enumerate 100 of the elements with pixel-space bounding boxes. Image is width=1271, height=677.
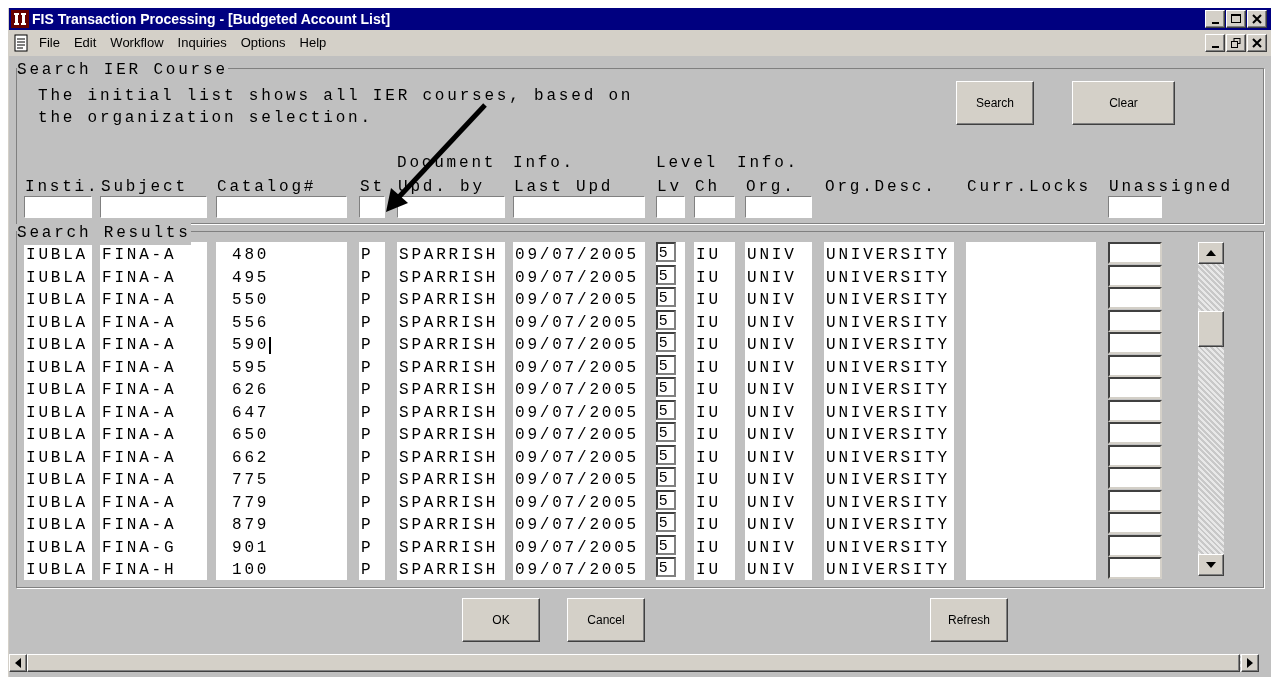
org-desc-cell-text: UNIVERSITY (825, 560, 950, 581)
unassigned-field[interactable] (1108, 242, 1162, 264)
document-icon[interactable] (13, 34, 29, 52)
vertical-scrollbar[interactable] (1198, 242, 1224, 576)
minimize-button[interactable] (1205, 10, 1225, 28)
subject-cell-text: FINA-A (101, 515, 177, 536)
filter-field[interactable] (216, 196, 347, 218)
filter-field[interactable] (694, 196, 735, 218)
filter-field[interactable] (656, 196, 685, 218)
unassigned-field[interactable] (1108, 467, 1162, 489)
ch-cell-text: IU (695, 492, 721, 514)
level-field[interactable]: 5 (656, 399, 676, 420)
unassigned-field[interactable] (1108, 264, 1162, 287)
search-button[interactable]: Search (956, 81, 1034, 125)
level-field[interactable]: 5 (656, 489, 676, 510)
last-updated-cell-text: 09/07/2005 (514, 380, 639, 401)
filter-field[interactable] (1108, 196, 1162, 218)
level-field[interactable]: 5 (656, 264, 676, 285)
filter-field[interactable] (513, 196, 645, 218)
ch-cell-text: IU (695, 267, 721, 289)
insti-cell-text: IUBLA (25, 402, 88, 424)
org-cell-text: UNIV (746, 267, 797, 289)
subject-cell-text: FINA-H (101, 560, 177, 581)
unassigned-field[interactable] (1108, 534, 1162, 557)
unassigned-field[interactable] (1108, 377, 1162, 399)
unassigned-field[interactable] (1108, 354, 1162, 377)
level-field[interactable]: 5 (656, 309, 676, 330)
menu-item[interactable]: Inquiries (177, 33, 227, 53)
unassigned-field[interactable] (1108, 444, 1162, 467)
unassigned-field[interactable] (1108, 557, 1162, 579)
scroll-down-button[interactable] (1198, 554, 1224, 576)
restore-button[interactable] (1226, 34, 1246, 52)
org-desc-cell-text: UNIVERSITY (825, 335, 950, 356)
filter-field[interactable] (359, 196, 385, 218)
org-cell-text: UNIV (746, 447, 797, 469)
status-cell-text: P (360, 515, 374, 536)
unassigned-field[interactable] (1108, 422, 1162, 444)
scroll-right-button[interactable] (1241, 654, 1259, 672)
column-header: Lv (657, 177, 682, 198)
minimize-button[interactable] (1205, 34, 1225, 52)
subject-cell-text: FINA-A (101, 425, 177, 446)
filter-field[interactable] (745, 196, 812, 218)
status-cell-text: P (360, 357, 374, 379)
insti-cell-text: IUBLA (25, 267, 88, 289)
insti-cell-text: IUBLA (25, 335, 88, 356)
org-desc-cell-text: UNIVERSITY (825, 380, 950, 401)
menu-item[interactable]: Options (240, 33, 286, 53)
status-cell-text: P (360, 537, 374, 559)
scroll-thumb[interactable] (1198, 311, 1224, 347)
level-field[interactable]: 5 (656, 444, 676, 465)
org-cell-text: UNIV (746, 537, 797, 559)
catalog-cell-text: 495 (231, 267, 270, 289)
level-field[interactable]: 5 (656, 534, 676, 555)
subject-cell-text: FINA-A (101, 380, 177, 401)
status-cell-text: P (360, 335, 374, 356)
level-field[interactable]: 5 (656, 332, 676, 352)
status-cell-text: P (360, 470, 374, 491)
level-field[interactable]: 5 (656, 422, 676, 442)
insti-cell-text: IUBLA (25, 357, 88, 379)
level-field[interactable]: 5 (656, 557, 676, 577)
org-cell-text: UNIV (746, 290, 797, 311)
menu-item[interactable]: Help (299, 33, 327, 53)
updated-by-cell-text: SPARRISH (398, 290, 499, 311)
close-button[interactable] (1247, 10, 1267, 28)
last-updated-cell-text: 09/07/2005 (514, 425, 639, 446)
unassigned-field[interactable] (1108, 309, 1162, 332)
unassigned-field[interactable] (1108, 512, 1162, 534)
subject-cell-text: FINA-A (101, 267, 177, 289)
last-updated-cell-text: 09/07/2005 (514, 335, 639, 356)
status-cell-text: P (360, 425, 374, 446)
ch-cell-text: IU (695, 537, 721, 559)
level-field[interactable]: 5 (656, 512, 676, 532)
level-field[interactable]: 5 (656, 242, 676, 262)
level-field[interactable]: 5 (656, 354, 676, 375)
refresh-button[interactable]: Refresh (930, 598, 1008, 642)
menu-item[interactable]: Edit (73, 33, 97, 53)
last-updated-cell-text: 09/07/2005 (514, 515, 639, 536)
column-header: Org. (746, 177, 796, 198)
clear-button[interactable]: Clear (1072, 81, 1175, 125)
close-button[interactable] (1247, 34, 1267, 52)
unassigned-field[interactable] (1108, 287, 1162, 309)
filter-field[interactable] (24, 196, 92, 218)
menu-item[interactable]: Workflow (110, 33, 164, 53)
maximize-button[interactable] (1226, 10, 1246, 28)
scroll-up-button[interactable] (1198, 242, 1224, 264)
scroll-left-button[interactable] (9, 654, 27, 672)
unassigned-field[interactable] (1108, 489, 1162, 512)
cancel-button[interactable]: Cancel (567, 598, 645, 642)
menu-item[interactable]: File (39, 33, 60, 53)
level-field[interactable]: 5 (656, 467, 676, 487)
unassigned-field[interactable] (1108, 332, 1162, 354)
unassigned-field[interactable] (1108, 399, 1162, 422)
filter-field[interactable] (100, 196, 207, 218)
updated-by-cell-text: SPARRISH (398, 357, 499, 379)
minimize-icon (1211, 45, 1219, 48)
column-group-label: Level (656, 153, 718, 174)
ok-button[interactable]: OK (462, 598, 540, 642)
level-field[interactable]: 5 (656, 377, 676, 397)
level-field[interactable]: 5 (656, 287, 676, 307)
filter-field[interactable] (397, 196, 505, 218)
